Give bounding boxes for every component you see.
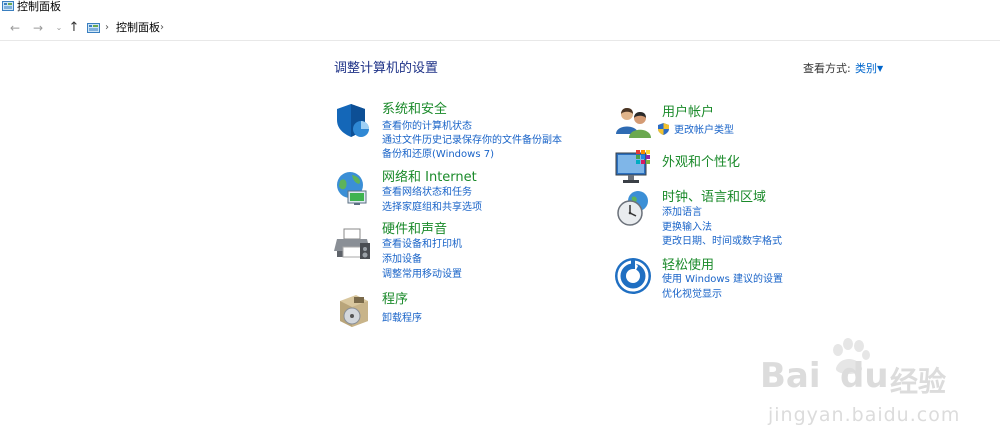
programs-box-icon	[340, 295, 368, 327]
monitor-palette-icon	[615, 150, 650, 183]
control-panel-icon	[2, 1, 14, 11]
category-link[interactable]: 添加语言	[662, 206, 702, 219]
category-link[interactable]: 选择家庭组和共享选项	[382, 201, 482, 214]
chevron-right-icon[interactable]: ›	[105, 21, 109, 35]
breadcrumb-control-panel[interactable]: 控制面板	[116, 21, 160, 35]
category-link[interactable]: 更改帐户类型	[674, 124, 734, 137]
category-clock-language-region: 时钟、语言和区域 添加语言 更换输入法 更改日期、时间或数字格式	[614, 189, 874, 249]
category-heading[interactable]: 轻松使用	[662, 257, 714, 274]
forward-arrow-icon[interactable]: →	[31, 21, 45, 35]
uac-shield-icon	[658, 123, 669, 135]
category-user-accounts: 用户帐户 更改帐户类型	[614, 104, 874, 140]
users-icon	[616, 108, 651, 138]
category-heading[interactable]: 时钟、语言和区域	[662, 189, 766, 206]
shield-icon	[337, 104, 369, 137]
control-panel-icon	[87, 23, 100, 33]
category-appearance: 外观和个性化	[614, 149, 874, 187]
ease-of-access-icon	[615, 258, 651, 294]
watermark-brand: Bai	[760, 356, 821, 396]
category-link[interactable]: 更改日期、时间或数字格式	[662, 235, 782, 248]
category-link[interactable]: 优化视觉显示	[662, 288, 722, 301]
title-bar: 控制面板	[0, 0, 1000, 16]
recent-dropdown-icon[interactable]: ⌄	[52, 21, 66, 35]
category-link[interactable]: 查看设备和打印机	[382, 238, 462, 251]
globe-network-icon	[337, 172, 367, 205]
back-arrow-icon[interactable]: ←	[8, 21, 22, 35]
printer-icon	[334, 228, 370, 259]
category-link[interactable]: 使用 Windows 建议的设置	[662, 273, 783, 286]
watermark-url: jingyan.baidu.com	[768, 404, 961, 426]
baidu-watermark: Bai du 经验 jingyan.baidu.com	[760, 338, 990, 434]
category-programs: 程序 卸载程序	[334, 291, 594, 331]
category-heading[interactable]: 硬件和声音	[382, 221, 447, 238]
chevron-down-icon[interactable]: ▼	[877, 62, 883, 76]
category-link[interactable]: 卸载程序	[382, 312, 422, 325]
clock-globe-icon	[617, 191, 648, 226]
view-by-label: 查看方式:	[803, 62, 851, 75]
up-arrow-icon[interactable]: ↑	[67, 21, 81, 35]
category-link[interactable]: 调整常用移动设置	[382, 268, 462, 281]
category-link[interactable]: 更换输入法	[662, 221, 712, 234]
navigation-bar: ← → ⌄ ↑ › 控制面板 ›	[0, 18, 1000, 41]
view-by-dropdown[interactable]: 类别	[855, 62, 877, 76]
chevron-right-icon[interactable]: ›	[160, 21, 164, 35]
category-network-internet: 网络和 Internet 查看网络状态和任务 选择家庭组和共享选项	[334, 169, 594, 217]
category-hardware-sound: 硬件和声音 查看设备和打印机 添加设备 调整常用移动设置	[334, 221, 594, 281]
category-link[interactable]: 查看网络状态和任务	[382, 186, 472, 199]
watermark-cn: 经验	[890, 365, 947, 398]
watermark-brand-suffix: du	[840, 356, 889, 396]
category-link[interactable]: 查看你的计算机状态	[382, 120, 472, 133]
category-system-security: 系统和安全 查看你的计算机状态 通过文件历史记录保存你的文件备份副本 备份和还原…	[334, 101, 594, 161]
category-ease-of-access: 轻松使用 使用 Windows 建议的设置 优化视觉显示	[614, 257, 874, 305]
category-link[interactable]: 备份和还原(Windows 7)	[382, 148, 494, 161]
category-heading[interactable]: 程序	[382, 291, 408, 308]
category-heading[interactable]: 网络和 Internet	[382, 169, 477, 186]
category-heading[interactable]: 用户帐户	[662, 104, 714, 121]
page-title: 调整计算机的设置	[334, 61, 439, 76]
category-heading[interactable]: 系统和安全	[382, 101, 447, 118]
category-link[interactable]: 添加设备	[382, 253, 422, 266]
category-heading[interactable]: 外观和个性化	[662, 154, 740, 171]
category-link[interactable]: 通过文件历史记录保存你的文件备份副本	[382, 134, 562, 147]
window-title: 控制面板	[17, 0, 61, 13]
